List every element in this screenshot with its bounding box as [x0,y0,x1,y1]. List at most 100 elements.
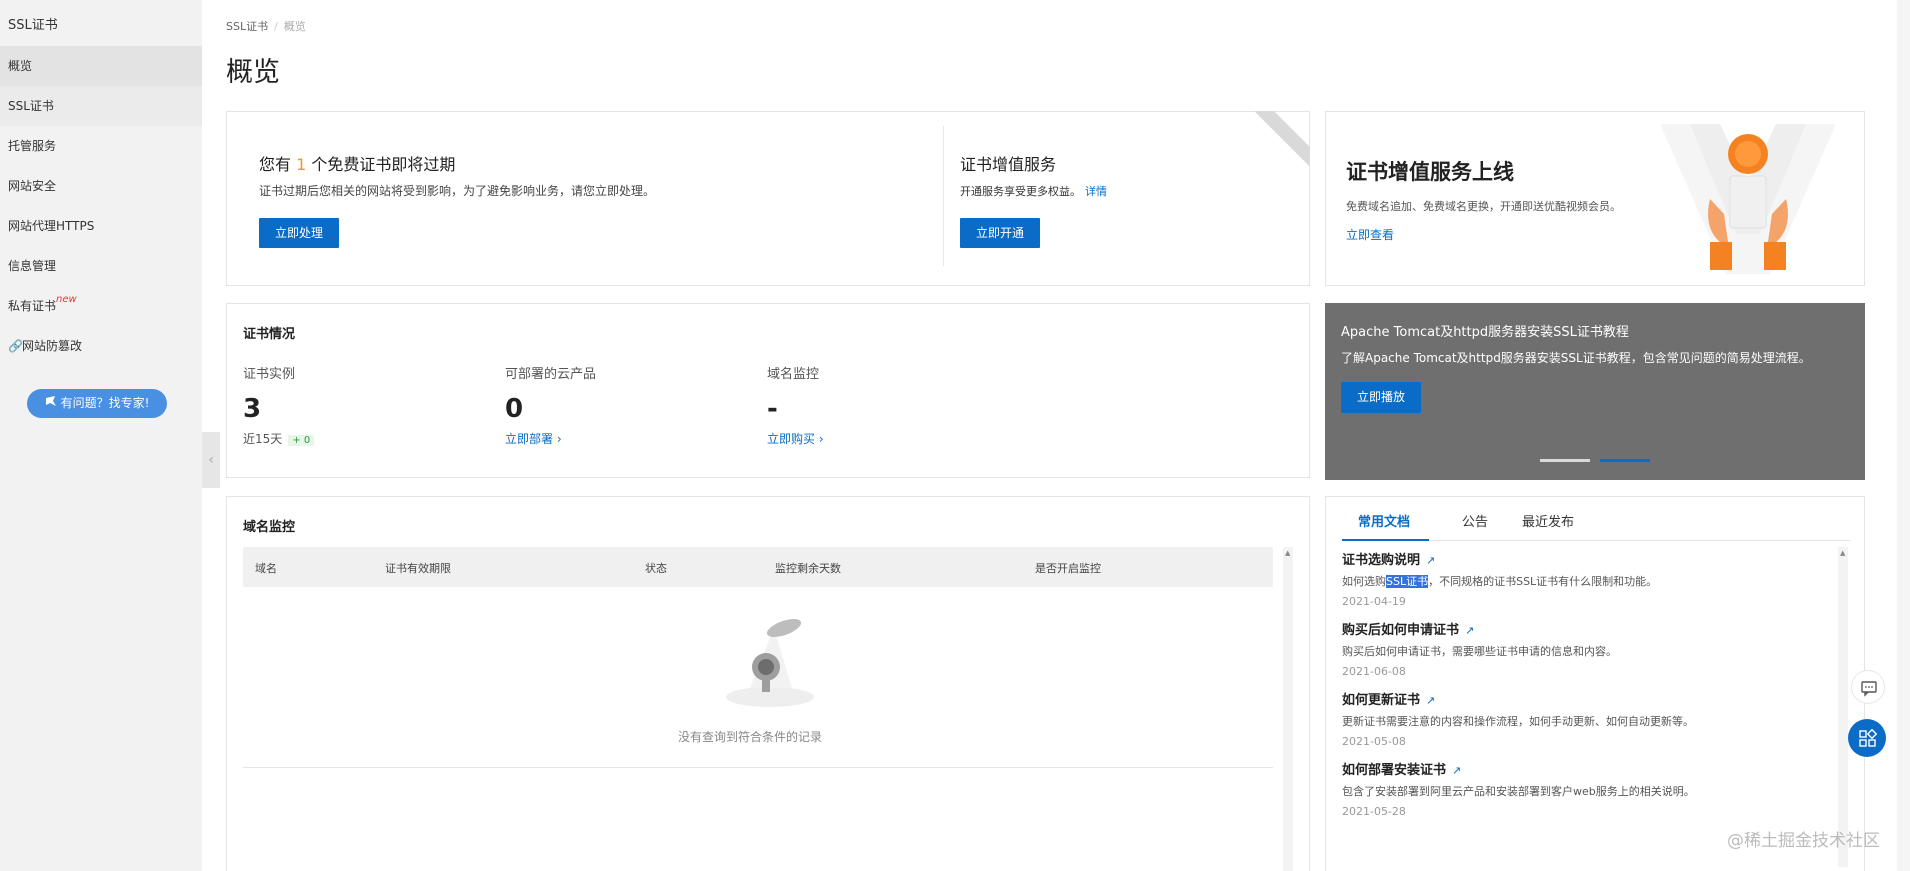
bird-icon [45,389,57,418]
stat-label: 证书实例 [243,367,296,382]
collapse-sidebar-button[interactable]: ‹ [202,432,220,488]
breadcrumb-current: 概览 [283,20,306,33]
promo-description: 免费域名追加、免费域名更换，开通即送优酷视频会员。 [1346,200,1621,213]
sidebar-item-proxy-https[interactable]: 网站代理HTTPS [0,206,202,246]
tab-announcements[interactable]: 公告 [1462,511,1488,530]
stat-value: 3 [243,394,262,424]
column-header-domain[interactable]: 域名 [255,560,277,576]
table-scrollbar[interactable]: ▲ [1283,547,1293,871]
breadcrumb-separator: / [274,20,278,33]
carousel-title: Apache Tomcat及httpd服务器安装SSL证书教程 [1341,325,1629,340]
doc-date: 2021-05-08 [1342,735,1406,748]
sidebar-item-info-mgmt[interactable]: 信息管理 [0,246,202,286]
chevron-left-icon: ‹ [208,452,214,468]
column-header-remaining-days[interactable]: 监控剩余天数 [775,560,841,576]
tab-common-docs[interactable]: 常用文档 [1358,511,1410,530]
chat-button[interactable] [1851,670,1885,704]
doc-title-link[interactable]: 如何部署安装证书 ↗ [1342,759,1842,778]
external-link-icon: 🔗 [8,339,23,353]
cert-status-card: 证书情况 证书实例 3 近15天 + 0 可部署的云产品 0 立即部署 › 域名监… [226,303,1310,478]
doc-description: 购买后如何申请证书，需要哪些证书申请的信息和内容。 [1342,645,1617,658]
buy-now-link[interactable]: 立即购买 › [767,430,824,447]
stat-label: 域名监控 [767,367,820,382]
expiry-card: 您有 1 个免费证书即将过期 证书过期后您相关的网站将受到影响，为了避免影响业务… [226,111,1310,286]
doc-title-link[interactable]: 购买后如何申请证书 ↗ [1342,619,1842,638]
stat-domain-monitor: 域名监控 - 立即购买 › [767,363,824,447]
play-now-button[interactable]: 立即播放 [1341,382,1422,413]
doc-date: 2021-04-19 [1342,595,1406,608]
carousel-dot-active[interactable] [1600,459,1650,462]
carousel-description: 了解Apache Tomcat及httpd服务器安装SSL证书教程，包含常见问题… [1341,351,1811,365]
list-item: 证书选购说明 ↗ 如何选购SSL证书，不同规格的证书SSL证书有什么限制和功能。 … [1342,549,1842,608]
list-item: 如何部署安装证书 ↗ 包含了安装部署到阿里云产品和安装部署到客户web服务上的相关… [1342,759,1842,818]
page-scrollbar[interactable] [1897,0,1910,871]
external-link-icon: ↗ [1426,554,1436,567]
apps-button[interactable] [1848,719,1886,757]
apps-grid-icon [1859,728,1878,747]
ask-expert-button[interactable]: 有问题？找专家! [27,389,167,418]
sidebar-title: SSL证书 [8,18,58,33]
sidebar-item-label: 网站防篡改 [22,339,83,353]
doc-description: 包含了安装部署到阿里云产品和安装部署到客户web服务上的相关说明。 [1342,785,1695,798]
doc-description: 如何选购SSL证书，不同规格的证书SSL证书有什么限制和功能。 [1342,575,1658,588]
tab-recent-releases[interactable]: 最近发布 [1522,511,1574,530]
column-header-status[interactable]: 状态 [645,560,667,576]
sidebar-item-private-cert[interactable]: 私有证书 new [0,286,202,326]
stat-cert-instances: 证书实例 3 近15天 + 0 [243,363,315,447]
docs-list: 证书选购说明 ↗ 如何选购SSL证书，不同规格的证书SSL证书有什么限制和功能。 … [1342,549,1842,829]
list-item: 如何更新证书 ↗ 更新证书需要注意的内容和操作流程，如何手动更新、如何自动更新等。… [1342,689,1842,748]
scroll-up-icon: ▲ [1285,549,1291,557]
cert-status-title: 证书情况 [243,327,296,342]
sidebar-item-ssl-cert[interactable]: SSL证书 [0,86,202,126]
chat-icon [1861,681,1877,697]
stat-sub: 近15天 + 0 [243,430,315,447]
stat-label: 可部署的云产品 [505,367,597,382]
value-added-description: 开通服务享受更多权益。 详情 [960,185,1107,198]
sidebar-item-hosting[interactable]: 托管服务 [0,126,202,166]
sidebar-item-overview[interactable]: 概览 [0,46,202,86]
handle-now-button[interactable]: 立即处理 [259,218,340,248]
view-now-link[interactable]: 立即查看 [1346,226,1394,243]
activate-now-button[interactable]: 立即开通 [960,218,1041,248]
sidebar-item-label: 私有证书 [8,299,57,313]
new-badge: new [56,294,77,305]
doc-date: 2021-06-08 [1342,665,1406,678]
empty-state-icon [726,618,814,707]
carousel-dot[interactable] [1540,459,1590,462]
doc-description: 更新证书需要注意的内容和操作流程，如何手动更新、如何自动更新等。 [1342,715,1694,728]
sidebar-item-web-security[interactable]: 网站安全 [0,166,202,206]
sidebar-item-label: 网站安全 [8,179,57,193]
sidebar-item-label: 信息管理 [8,259,57,273]
sidebar: SSL证书 概览 SSL证书 托管服务 网站安全 网站代理HTTPS 信息管理 … [0,0,202,871]
expiry-count: 1 [296,155,307,174]
deploy-now-link[interactable]: 立即部署 › [505,430,596,447]
docs-scrollbar[interactable]: ▲ [1838,547,1848,867]
docs-card: 常用文档 公告 最近发布 证书选购说明 ↗ 如何选购SSL证书，不同规格的证书SS… [1325,496,1865,871]
details-link[interactable]: 详情 [1085,185,1107,198]
divider [243,767,1273,768]
highlighted-text: SSL证书 [1386,575,1429,588]
domain-monitor-card: 域名监控 域名 证书有效期限 状态 监控剩余天数 是否开启监控 没有查询到符合条… [226,496,1310,871]
doc-title-link[interactable]: 如何更新证书 ↗ [1342,689,1842,708]
page-title: 概览 [226,57,280,88]
breadcrumb-root[interactable]: SSL证书 [226,20,268,33]
active-tab-indicator [1342,539,1429,541]
sidebar-item-label: 概览 [8,59,33,73]
doc-title-link[interactable]: 证书选购说明 ↗ [1342,549,1842,568]
watermark: @稀土掘金技术社区 [1727,831,1880,851]
column-header-validity[interactable]: 证书有效期限 [385,560,451,576]
external-link-icon: ↗ [1452,764,1462,777]
stat-value: 0 [505,394,524,424]
delta-badge: + 0 [288,435,315,446]
stat-value: - [767,394,778,424]
column-header-monitoring-enabled[interactable]: 是否开启监控 [1035,560,1101,576]
doc-date: 2021-05-28 [1342,805,1406,818]
external-link-icon: ↗ [1465,624,1475,637]
sidebar-item-tamper-protection[interactable]: 🔗网站防篡改 [0,326,202,366]
list-item: 购买后如何申请证书 ↗ 购买后如何申请证书，需要哪些证书申请的信息和内容。 202… [1342,619,1842,678]
docs-tabs: 常用文档 公告 最近发布 [1342,497,1850,541]
scroll-up-icon: ▲ [1840,549,1846,557]
empty-state-text: 没有查询到符合条件的记录 [677,730,822,744]
expiry-title: 您有 1 个免费证书即将过期 [259,155,456,174]
stat-deployable-products: 可部署的云产品 0 立即部署 › [505,363,596,447]
